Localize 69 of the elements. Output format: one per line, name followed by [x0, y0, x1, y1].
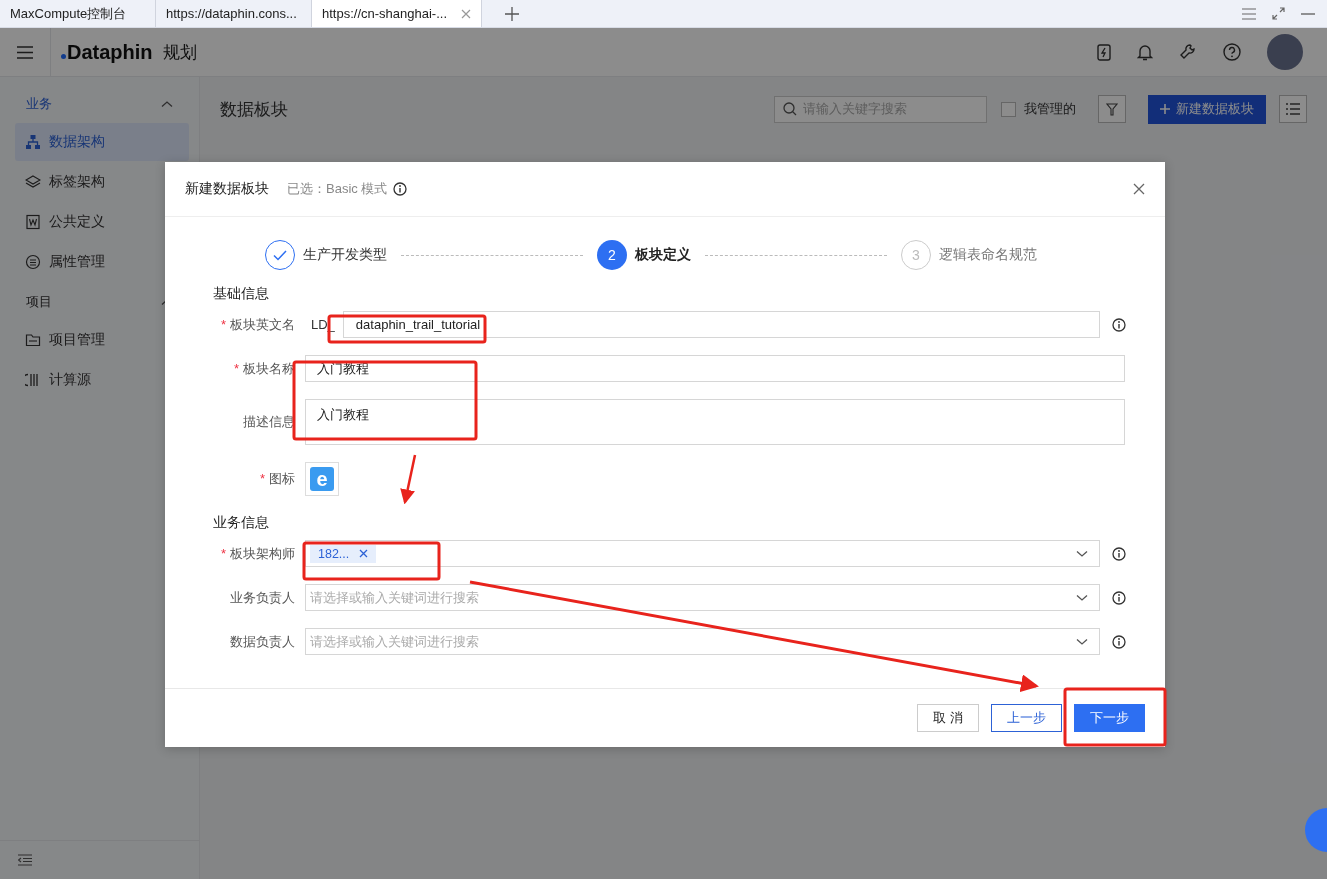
chevron-icon [161, 100, 173, 108]
field-label: * 板块英文名 [220, 316, 295, 332]
battery-bolt-icon[interactable] [1097, 43, 1111, 61]
help-icon[interactable] [1223, 43, 1241, 61]
chevron-down-icon [1076, 593, 1088, 602]
sidebar-item[interactable]: 数据架构 [15, 123, 189, 161]
info-icon[interactable] [1112, 634, 1126, 649]
field-label: * 板块架构师 [220, 545, 295, 561]
browser-tab[interactable]: https://cn-shanghai-... [312, 0, 482, 27]
dialog-title: 新建数据板块 [185, 180, 269, 198]
textarea-field[interactable]: 入门教程 [305, 399, 1125, 445]
info-icon[interactable] [393, 182, 408, 196]
new-block-button[interactable]: 新建数据板块 [1148, 94, 1266, 124]
expand-icon[interactable] [1272, 7, 1285, 20]
section-title: 基础信息 [213, 285, 269, 303]
page-title: 数据板块 [220, 98, 288, 121]
browser-tab[interactable]: MaxCompute控制台 [0, 0, 156, 27]
wrench-icon[interactable] [1179, 43, 1197, 61]
list-view-button[interactable] [1279, 95, 1307, 123]
icon-picker[interactable]: e [305, 462, 339, 496]
bell-icon[interactable] [1137, 43, 1153, 61]
sidebar-group[interactable]: 业务 [0, 85, 199, 123]
sidebar-item[interactable]: 计算源 [15, 361, 189, 399]
step-indicator: 2 [597, 240, 627, 270]
sidebar-item[interactable]: 公共定义 [15, 203, 189, 241]
folder-icon [25, 332, 41, 348]
plus-icon[interactable] [505, 6, 519, 21]
hierarchy-icon [25, 134, 41, 150]
sidebar-item[interactable]: 属性管理 [15, 243, 189, 281]
info-icon[interactable] [1112, 317, 1126, 332]
next-button[interactable]: 下一步 [1074, 704, 1145, 732]
document-icon [25, 214, 41, 230]
menu-icon[interactable] [17, 45, 33, 59]
mode-text: 已选：Basic 模式 [287, 180, 388, 198]
collapse-sidebar-icon[interactable] [18, 854, 32, 866]
plus-icon [1160, 104, 1170, 114]
input-field[interactable]: dataphin_trail_tutorial [342, 311, 1100, 338]
input-field[interactable]: 入门教程 [305, 355, 1125, 382]
list-circle-icon [25, 254, 41, 270]
field-label: 业务负责人 [230, 589, 295, 605]
close-icon[interactable] [461, 8, 471, 19]
module-title: 规划 [162, 41, 197, 64]
close-icon[interactable] [359, 549, 369, 558]
cancel-button[interactable]: 取消 [917, 704, 979, 732]
checkbox-label: 我管理的 [1024, 100, 1076, 118]
step-label: 生产开发类型 [303, 246, 387, 264]
back-button[interactable]: 上一步 [991, 704, 1062, 732]
search-icon [783, 102, 797, 116]
product-logo: Dataphin [61, 40, 153, 64]
step-label: 逻辑表命名规范 [939, 246, 1037, 264]
checkbox[interactable] [1001, 101, 1016, 117]
close-icon[interactable] [1133, 183, 1145, 195]
step-label: 板块定义 [635, 246, 691, 264]
layers-icon [25, 174, 41, 190]
field-label: 数据负责人 [230, 633, 295, 649]
info-icon[interactable] [1112, 546, 1126, 561]
sidebar-item[interactable]: 项目管理 [15, 321, 189, 359]
annotation-arrow [400, 454, 417, 505]
section-title: 业务信息 [213, 514, 269, 532]
bars-icon [25, 372, 41, 388]
minimize-icon[interactable] [1301, 12, 1315, 15]
info-icon[interactable] [1112, 590, 1126, 605]
chevron-down-icon [1076, 549, 1088, 558]
filter-icon [1106, 102, 1118, 116]
user-avatar[interactable] [1267, 34, 1303, 70]
list-icon [1286, 103, 1300, 115]
field-label: * 图标 [259, 471, 295, 486]
select-field[interactable]: 182... [305, 540, 1100, 567]
chevron-down-icon [1076, 637, 1088, 646]
